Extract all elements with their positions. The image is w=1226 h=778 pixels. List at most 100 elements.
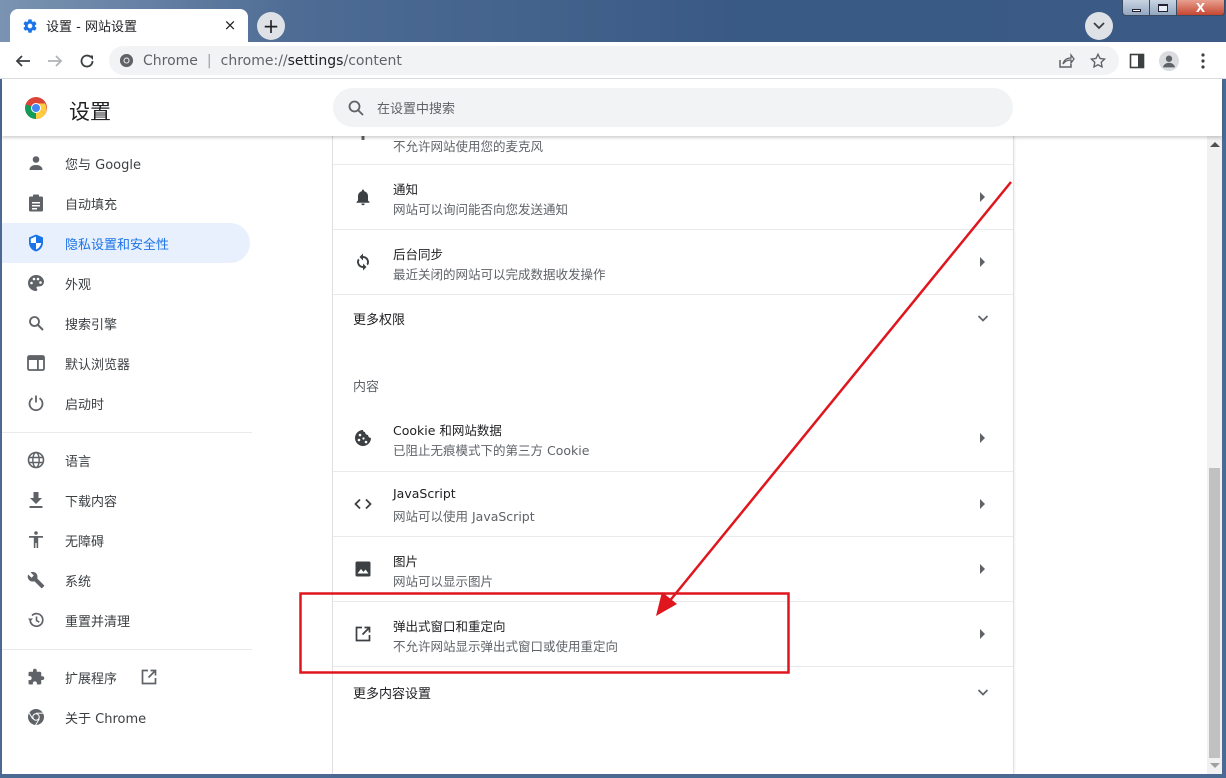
bookmark-button[interactable] xyxy=(1089,52,1107,70)
row-subtitle: 已阻止无痕模式下的第三方 Cookie xyxy=(393,443,590,458)
row-title: 弹出式窗口和重定向 xyxy=(393,619,506,634)
shield-icon xyxy=(26,233,46,253)
sidebar-item-autofill[interactable]: 自动填充 xyxy=(2,183,250,223)
sidebar-item-system[interactable]: 系统 xyxy=(2,560,250,600)
url-host: settings xyxy=(287,52,344,69)
expander-label: 更多内容设置 xyxy=(353,687,432,702)
window-close-button[interactable]: X xyxy=(1177,0,1224,15)
row-subtitle: 网站可以显示图片 xyxy=(393,574,494,589)
arrow-right-icon xyxy=(980,564,985,574)
accessibility-icon xyxy=(26,530,46,550)
url-text: chrome://settings/content xyxy=(221,53,402,69)
arrow-right-icon xyxy=(48,55,63,67)
row-title: JavaScript xyxy=(393,486,456,501)
page-scrollbar[interactable] xyxy=(1207,136,1222,774)
sidebar-item-privacy-security[interactable]: 隐私设置和安全性 xyxy=(2,223,250,263)
sidebar-item-extensions[interactable]: 扩展程序 xyxy=(2,657,250,697)
star-icon xyxy=(1089,52,1107,69)
open-in-new-icon xyxy=(141,669,157,685)
kebab-menu-icon xyxy=(1201,53,1205,69)
chevron-down-icon xyxy=(1093,22,1105,30)
sidebar-item-about-chrome[interactable]: 关于 Chrome xyxy=(2,697,250,737)
power-icon xyxy=(26,393,46,413)
arrow-right-icon xyxy=(980,499,985,509)
arrow-right-icon xyxy=(980,257,985,267)
sidebar-item-languages[interactable]: 语言 xyxy=(2,440,250,480)
person-icon xyxy=(26,153,46,173)
reload-icon xyxy=(80,54,94,68)
row-title: Cookie 和网站数据 xyxy=(393,423,502,438)
side-panel-icon xyxy=(1129,53,1145,69)
minimize-button[interactable] xyxy=(1123,0,1150,15)
sidebar-item-default-browser[interactable]: 默认浏览器 xyxy=(2,343,250,383)
sidebar-item-accessibility[interactable]: 无障碍 xyxy=(2,520,250,560)
active-tab[interactable]: 设置 - 网站设置 × xyxy=(10,9,248,42)
javascript-row[interactable]: JavaScript 网站可以使用 JavaScript xyxy=(333,471,1013,536)
maximize-button[interactable] xyxy=(1150,0,1177,15)
sidebar-item-reset[interactable]: 重置并清理 xyxy=(2,600,250,640)
search-icon xyxy=(348,100,364,116)
scroll-down-arrow-icon[interactable] xyxy=(1210,763,1220,768)
images-row[interactable]: 图片 网站可以显示图片 xyxy=(333,536,1013,601)
side-panel-button[interactable] xyxy=(1127,51,1147,71)
download-icon xyxy=(26,490,46,510)
profile-button[interactable] xyxy=(1159,51,1179,71)
sidebar-item-label: 外观 xyxy=(65,277,92,293)
minimize-icon xyxy=(1131,9,1141,12)
open-in-new-icon xyxy=(353,624,373,644)
search-icon xyxy=(26,313,46,333)
tab-close-button[interactable]: × xyxy=(222,17,238,33)
sidebar-divider xyxy=(2,432,252,433)
row-title: 后台同步 xyxy=(393,247,444,262)
sidebar-item-label: 无障碍 xyxy=(65,534,105,550)
chrome-icon xyxy=(26,707,46,727)
cookies-row[interactable]: Cookie 和网站数据 已阻止无痕模式下的第三方 Cookie xyxy=(333,406,1013,471)
globe-icon xyxy=(26,450,46,470)
sidebar-divider xyxy=(2,649,252,650)
settings-search-input[interactable]: 在设置中搜索 xyxy=(333,88,1013,127)
arrow-right-icon xyxy=(980,192,985,202)
scroll-up-arrow-icon[interactable] xyxy=(1210,142,1220,147)
content-section-title: 内容 xyxy=(353,380,380,395)
arrow-right-icon xyxy=(980,433,985,443)
scrollbar-thumb[interactable] xyxy=(1209,468,1220,758)
tab-search-button[interactable] xyxy=(1085,12,1113,40)
sidebar-item-label: 搜索引擎 xyxy=(65,317,118,333)
sidebar-item-you-and-google[interactable]: 您与 Google xyxy=(2,143,250,183)
background-sync-row[interactable]: 后台同步 最近关闭的网站可以完成数据收发操作 xyxy=(333,229,1013,294)
expander-label: 更多权限 xyxy=(353,313,406,328)
notifications-row[interactable]: 通知 网站可以询问能否向您发送通知 xyxy=(333,164,1013,229)
sidebar-item-label: 扩展程序 xyxy=(65,671,118,687)
more-content-settings-expander[interactable]: 更多内容设置 xyxy=(333,666,1013,714)
arrow-left-icon xyxy=(15,55,30,67)
sidebar-item-on-startup[interactable]: 启动时 xyxy=(2,383,250,423)
sidebar-item-downloads[interactable]: 下载内容 xyxy=(2,480,250,520)
title-bar: 设置 - 网站设置 × + X xyxy=(0,0,1226,42)
arrow-right-icon xyxy=(980,629,985,639)
share-icon xyxy=(1059,53,1075,68)
maximize-icon xyxy=(1158,4,1168,12)
row-subtitle: 不允许网站显示弹出式窗口或使用重定向 xyxy=(393,639,619,654)
sidebar-item-appearance[interactable]: 外观 xyxy=(2,263,250,303)
omnibox-separator: | xyxy=(206,52,212,69)
address-bar[interactable]: Chrome | chrome://settings/content xyxy=(109,46,1119,75)
new-tab-button[interactable]: + xyxy=(257,12,285,40)
reload-button[interactable] xyxy=(76,50,98,72)
popups-redirects-row[interactable]: 弹出式窗口和重定向 不允许网站显示弹出式窗口或使用重定向 xyxy=(333,601,1013,666)
clipboard-icon xyxy=(26,193,46,213)
sidebar-item-search-engine[interactable]: 搜索引擎 xyxy=(2,303,250,343)
forward-button[interactable] xyxy=(44,50,66,72)
url-scheme: chrome:// xyxy=(220,52,288,69)
history-icon xyxy=(26,610,46,630)
row-title: 通知 xyxy=(393,182,419,197)
settings-header: 设置 在设置中搜索 xyxy=(2,79,1222,136)
palette-icon xyxy=(26,273,46,293)
sidebar-item-label: 系统 xyxy=(65,574,92,590)
code-icon xyxy=(353,494,373,514)
window-controls: X xyxy=(1122,0,1225,16)
back-button[interactable] xyxy=(12,50,34,72)
share-button[interactable] xyxy=(1057,52,1075,70)
menu-button[interactable] xyxy=(1193,51,1213,71)
more-permissions-expander[interactable]: 更多权限 xyxy=(333,294,1013,342)
search-placeholder: 在设置中搜索 xyxy=(377,102,456,117)
